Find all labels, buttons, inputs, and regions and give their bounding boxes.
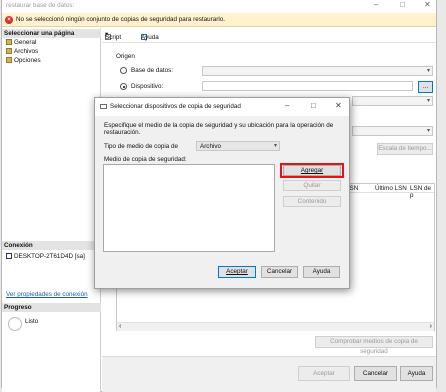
dialog-ok-button[interactable]: Aceptar (218, 266, 256, 278)
grid-column-first-lsn: LSN de p (410, 185, 432, 199)
select-backup-devices-dialog: Seleccionar dispositivos de copia de seg… (94, 97, 350, 289)
toolbar: Script ▾ Ayuda (102, 28, 436, 43)
close-icon[interactable]: ✕ (424, 0, 431, 9)
progress-header: Progreso (2, 303, 101, 312)
chevron-down-icon: ▾ (426, 68, 430, 74)
contents-button[interactable]: Contenido (283, 196, 341, 207)
server-icon (6, 253, 12, 259)
connection-header: Conexión (2, 241, 101, 250)
device-path-field[interactable] (202, 81, 413, 91)
warning-bar: × No se seleccionó ningún conjunto de co… (2, 13, 436, 27)
page-icon (6, 57, 12, 63)
dialog-minimize-icon[interactable]: – (285, 101, 289, 110)
connection-server: DESKTOP-2T61D4D [sa] (6, 252, 85, 261)
device-radio-label: Dispositivo: (131, 83, 164, 90)
left-pane: Seleccionar una página General Archivos … (2, 28, 101, 392)
database-combo[interactable]: ▾ (202, 66, 433, 76)
maximize-icon[interactable]: □ (400, 0, 405, 9)
restore-to-combo[interactable]: ▾ (352, 126, 433, 136)
backup-media-list[interactable] (103, 164, 275, 252)
chevron-left-icon[interactable]: ‹ (119, 323, 121, 330)
page-item-files[interactable]: Archivos (6, 47, 38, 56)
progress-spinner-icon (8, 317, 22, 331)
add-button[interactable]: Agregar (283, 165, 341, 176)
minimize-icon[interactable]: – (374, 0, 378, 9)
progress-status: Listo (25, 318, 39, 325)
warning-text: No se seleccionó ningún conjunto de copi… (16, 16, 225, 23)
script-button[interactable]: Script ▾ (105, 31, 121, 41)
window-title: restaurar base de datos: (6, 2, 75, 9)
database-radio-label: Base de datos: (131, 67, 174, 74)
horizontal-scrollbar[interactable]: ‹ › (117, 322, 434, 331)
page-item-general[interactable]: General (6, 38, 36, 47)
chevron-right-icon[interactable]: › (430, 323, 432, 330)
dialog-help-button[interactable]: Ayuda (303, 266, 340, 278)
dialog-instruction: Especifique el medio de la copia de segu… (104, 122, 334, 136)
dialog-body: Especifique el medio de la copia de segu… (95, 116, 349, 288)
source-group-label: Origen (116, 53, 135, 60)
chevron-down-icon: ▾ (273, 143, 277, 149)
browse-device-button[interactable]: ... (418, 81, 433, 93)
remove-button[interactable]: Quitar (283, 180, 341, 191)
dialog-cancel-button[interactable]: Cancelar (261, 266, 298, 278)
view-connection-properties-link[interactable]: Ver propiedades de conexión (6, 290, 88, 299)
select-page-header: Seleccionar una página (2, 29, 101, 38)
page-icon (6, 39, 12, 45)
window-titlebar: restaurar base de datos: – □ ✕ (2, 0, 436, 12)
error-icon: × (5, 16, 13, 24)
device-radio[interactable] (120, 83, 127, 90)
grid-column-last-lsn: Último LSN (375, 185, 407, 192)
media-type-select[interactable]: Archivo ▾ (196, 141, 280, 151)
media-list-label: Medio de copia de seguridad: (104, 156, 187, 163)
timeline-button[interactable]: Escala de tiempo... (377, 143, 433, 155)
database-radio[interactable] (120, 67, 127, 74)
chevron-down-icon: ▾ (426, 128, 430, 134)
page-icon (6, 48, 12, 54)
verify-backup-media-button[interactable]: Comprobar medios de copia de seguridad (315, 336, 433, 355)
dialog-titlebar: Seleccionar dispositivos de copia de seg… (95, 98, 349, 116)
dialog-close-icon[interactable]: ✕ (335, 101, 342, 110)
database-select-combo[interactable]: ▾ (352, 96, 433, 106)
chevron-down-icon: ▾ (426, 98, 430, 104)
media-type-value: Archivo (200, 143, 221, 150)
dialog-title: Seleccionar dispositivos de copia de seg… (110, 103, 241, 110)
media-type-label: Tipo de medio de copia de (104, 143, 178, 150)
page-item-options[interactable]: Opciones (6, 56, 41, 65)
cancel-button[interactable]: Cancelar (354, 366, 397, 381)
dialog-app-icon (100, 104, 107, 109)
ok-button[interactable]: Aceptar (298, 366, 350, 381)
help-footer-button[interactable]: Ayuda (400, 366, 433, 381)
dialog-maximize-icon[interactable]: □ (311, 101, 316, 110)
